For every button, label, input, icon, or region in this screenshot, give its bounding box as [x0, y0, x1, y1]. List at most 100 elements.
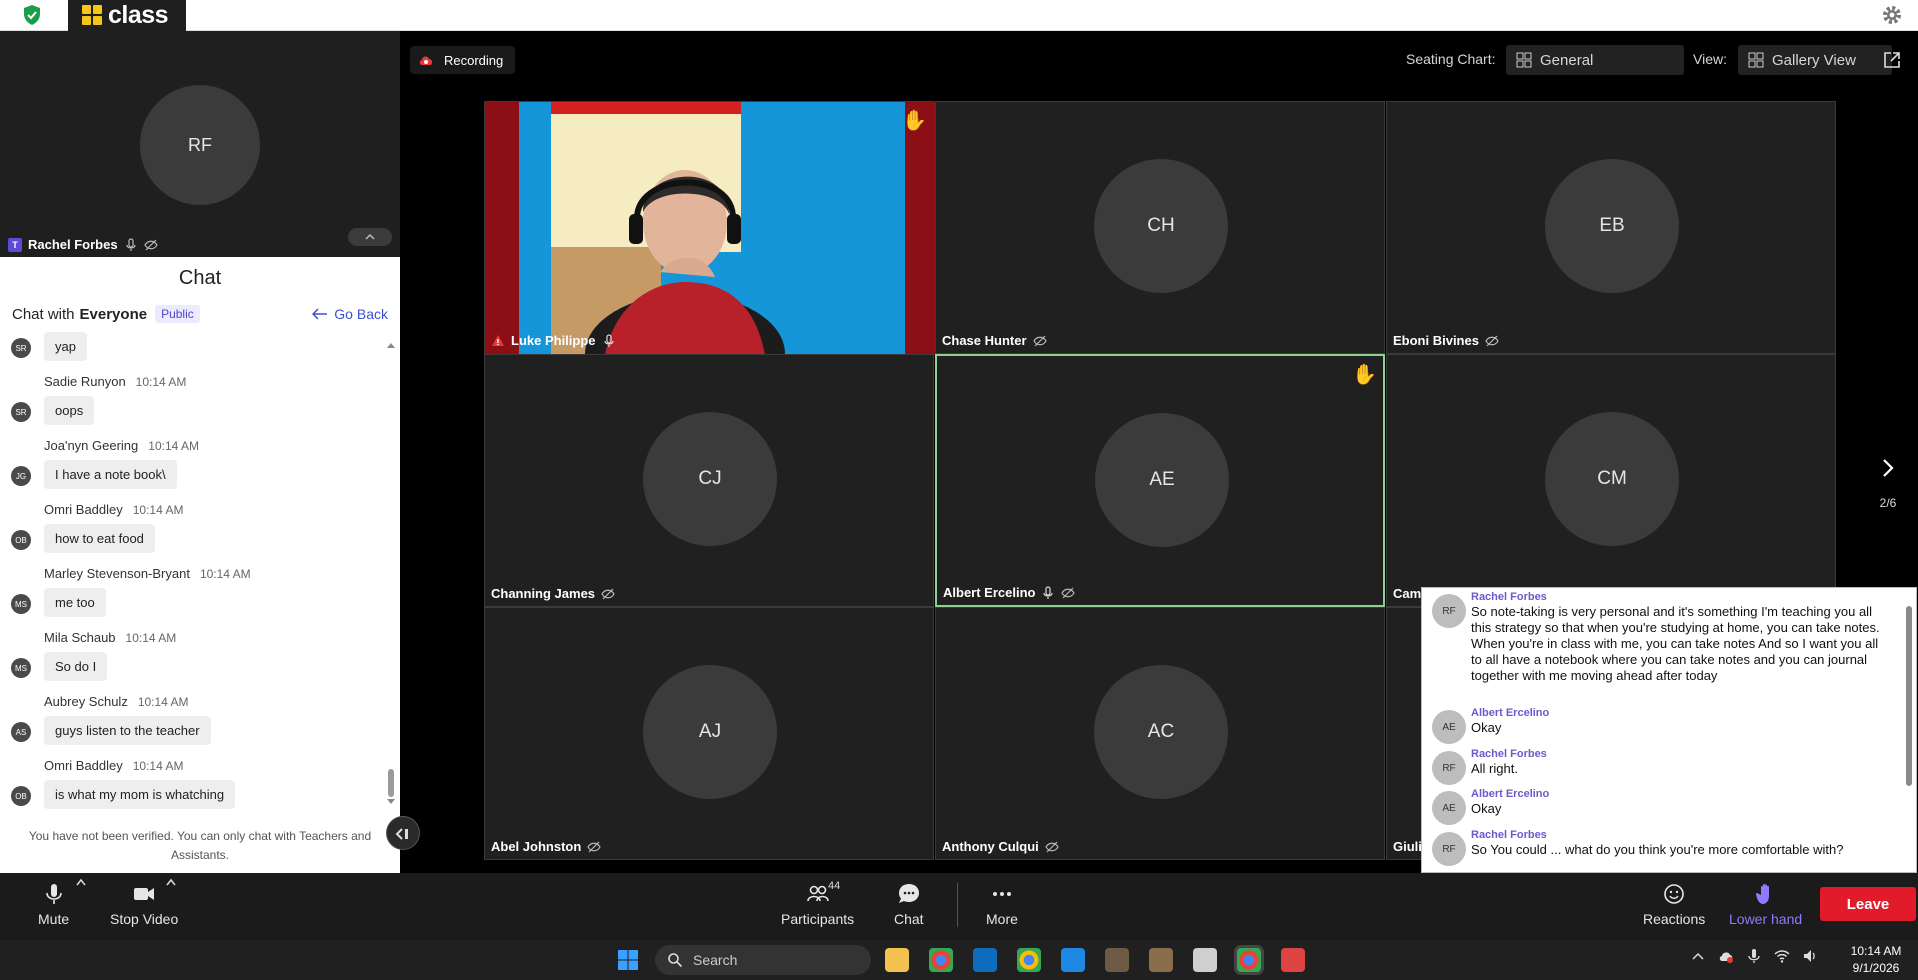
gear-icon[interactable] [1880, 3, 1904, 27]
caption-speaker: Rachel Forbes [1471, 591, 1547, 603]
captions-panel[interactable]: RF Rachel Forbes So note-taking is very … [1421, 587, 1917, 873]
leave-button[interactable]: Leave [1820, 887, 1916, 921]
top-bar: class [0, 0, 1918, 31]
app-icon[interactable] [1149, 948, 1173, 972]
scrollbar-thumb[interactable] [1906, 606, 1912, 786]
reactions-label: Reactions [1643, 911, 1706, 927]
microphone-icon[interactable] [1746, 948, 1762, 964]
sender-avatar: OB [11, 530, 31, 550]
tile-name-row: Eboni Bivines [1393, 333, 1499, 348]
message-text: is what my mom is whatching [44, 780, 236, 809]
chevron-up-icon [365, 233, 375, 240]
hand-icon [1755, 883, 1769, 904]
sender-name-row: Omri Baddley 10:14 AM [44, 502, 183, 517]
chat-scrollbar[interactable] [384, 337, 398, 807]
sender-name: Omri Baddley [44, 502, 123, 517]
file-explorer-icon[interactable] [885, 948, 909, 972]
lower-hand-button[interactable]: Lower hand [1729, 881, 1802, 927]
seating-chart-select[interactable]: General [1506, 45, 1684, 75]
video-tile-luke-philippe[interactable]: ✋ Luke Philippe [484, 101, 935, 355]
outlook-icon[interactable] [973, 948, 997, 972]
chat-message: Aubrey Schulz 10:14 AM guys listen to the… [0, 694, 380, 758]
message-time: 10:14 AM [125, 631, 177, 645]
cloud-icon[interactable] [1718, 948, 1734, 964]
chevron-up-icon[interactable] [1690, 948, 1706, 964]
message-time: 10:14 AM [199, 567, 251, 581]
chevron-right-icon[interactable] [1876, 456, 1900, 480]
recording-indicator: Recording [410, 46, 516, 74]
sender-name: Sadie Runyon [44, 374, 126, 389]
app-icon[interactable] [1193, 948, 1217, 972]
sender-avatar: JG [11, 466, 31, 486]
participants-button[interactable]: Participants [781, 881, 854, 927]
sender-name-row: Marley Stevenson-Bryant 10:14 AM [44, 566, 251, 581]
chrome-icon[interactable] [929, 948, 953, 972]
reactions-button[interactable]: Reactions [1643, 881, 1705, 927]
message-time: 10:14 AM [137, 695, 189, 709]
self-name-row: T Rachel Forbes [8, 237, 158, 252]
chat-message-list[interactable]: yap SR Sadie Runyon 10:14 AM oops SR Joa'… [0, 332, 390, 812]
video-tile-eboni-bivines[interactable]: EB Eboni Bivines [1386, 101, 1836, 354]
chat-audience-row: Chat with Everyone Public Go Back [12, 302, 388, 326]
tile-name-row: Channing James [491, 586, 615, 601]
video-tile-anthony-culqui[interactable]: AC Anthony Culqui [935, 607, 1385, 860]
chrome-profile-icon[interactable] [1017, 948, 1041, 972]
verification-notice: You have not been verified. You can only… [28, 829, 372, 862]
video-tile-albert-ercelino[interactable]: AE ✋ Albert Ercelino [935, 354, 1385, 607]
app-icon[interactable] [1105, 948, 1129, 972]
captions-scrollbar[interactable] [1904, 594, 1914, 868]
taskbar-search[interactable]: Search [655, 945, 871, 975]
clock-date: 9/1/2026 [1852, 961, 1900, 975]
view-select[interactable]: Gallery View [1738, 45, 1892, 75]
panel-toggle-button[interactable] [386, 816, 420, 850]
wifi-icon[interactable] [1774, 948, 1790, 964]
store-icon[interactable] [1061, 948, 1085, 972]
chevron-up-icon[interactable] [76, 878, 86, 886]
participant-video [485, 102, 935, 355]
more-button[interactable]: More [986, 881, 1018, 927]
microphone-icon [603, 333, 614, 347]
message-time: 10:14 AM [135, 375, 187, 389]
system-tray [1690, 948, 1818, 964]
microphone-icon [125, 237, 136, 251]
chat-audience: Everyone [79, 305, 148, 323]
self-video-tile[interactable]: RF T Rachel Forbes [0, 31, 400, 257]
chevron-up-icon[interactable] [166, 878, 176, 886]
mute-label: Mute [38, 911, 70, 927]
video-tile-abel-johnston[interactable]: AJ Abel Johnston [484, 607, 934, 860]
video-tile-chase-hunter[interactable]: CH Chase Hunter [935, 101, 1385, 354]
sender-name: Omri Baddley [44, 758, 123, 773]
video-tile-channing-james[interactable]: CJ Channing James [484, 354, 934, 607]
sender-name-row: Omri Baddley 10:14 AM [44, 758, 183, 773]
message-text: So do I [44, 652, 108, 681]
windows-start-icon[interactable] [617, 949, 639, 971]
participant-name: Albert Ercelino [943, 585, 1036, 600]
eye-off-icon [1032, 335, 1047, 346]
video-camera-icon [134, 888, 155, 900]
caption-text: So You could ... what do you think you'r… [1471, 842, 1844, 857]
caption-avatar: RF [1432, 832, 1466, 866]
sender-avatar: SR [11, 338, 31, 358]
raised-hand-icon: ✋ [1352, 364, 1377, 386]
message-text: me too [44, 588, 106, 617]
taskbar-clock[interactable]: 10:14 AM 9/1/2026 [1838, 943, 1914, 977]
chrome-active-icon[interactable] [1237, 948, 1261, 972]
chat-message: Marley Stevenson-Bryant 10:14 AM me too M… [0, 566, 380, 630]
app-icon[interactable] [1281, 948, 1305, 972]
go-back-button[interactable]: Go Back [312, 306, 388, 322]
collapse-tile-button[interactable] [348, 228, 392, 246]
sender-name-row: Sadie Runyon 10:14 AM [44, 374, 186, 389]
page-indicator: 2/6 [1879, 496, 1897, 510]
mute-button[interactable]: Mute [38, 881, 69, 927]
video-tile-cam[interactable]: CM Cam [1386, 354, 1836, 607]
eye-off-icon [601, 588, 615, 599]
chat-message: Joa'nyn Geering 10:14 AM I have a note bo… [0, 438, 380, 502]
chat-button[interactable]: Chat [894, 881, 924, 927]
eye-off-icon [587, 841, 601, 852]
stop-video-button[interactable]: Stop Video [110, 881, 178, 927]
speaker-icon[interactable] [1802, 948, 1818, 964]
popout-icon[interactable] [1882, 50, 1902, 70]
sender-name: Aubrey Schulz [44, 694, 128, 709]
scrollbar-thumb[interactable] [388, 769, 394, 797]
caption-avatar: AE [1432, 791, 1466, 825]
